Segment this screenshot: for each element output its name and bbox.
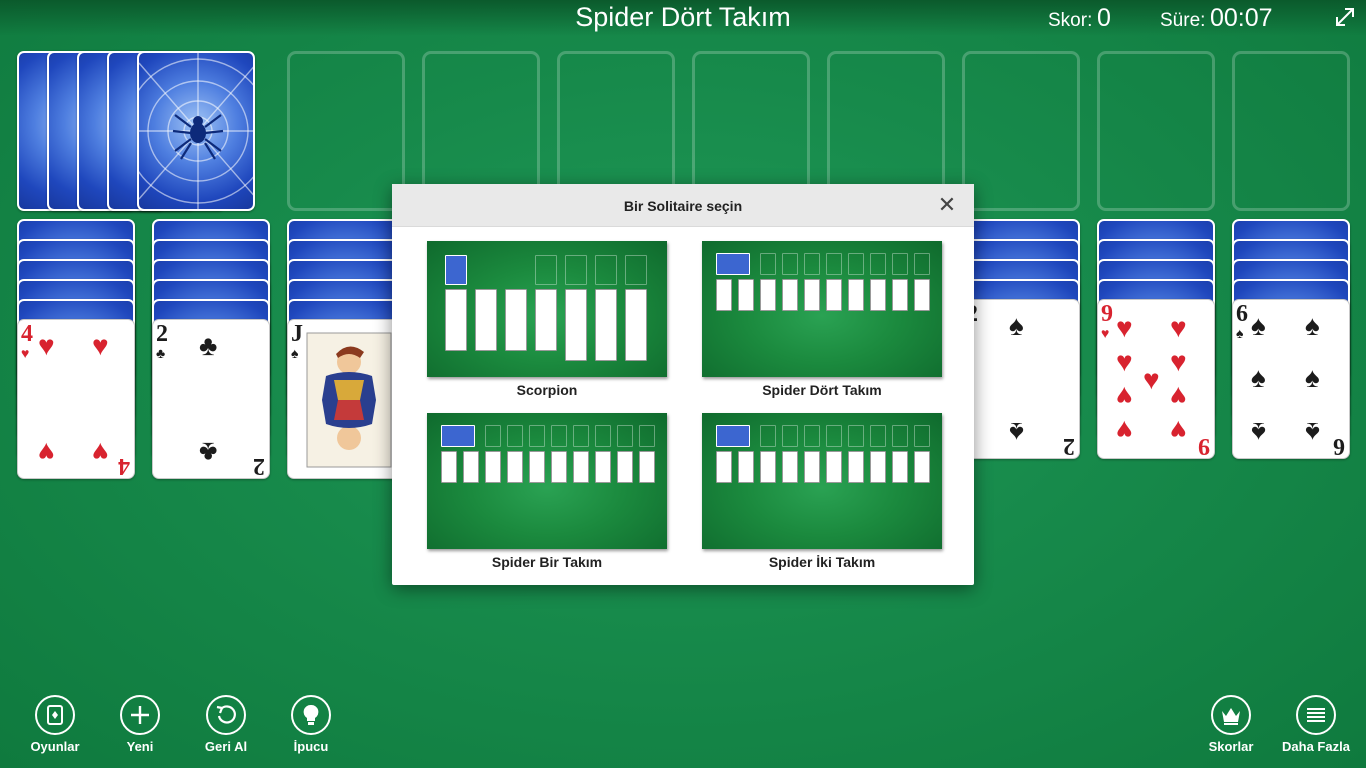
foundation-slot xyxy=(1097,51,1215,211)
undo-icon xyxy=(206,695,246,735)
foundation-slot xyxy=(962,51,1080,211)
playing-card[interactable]: 9 ♥ ♥ ♥ ♥ ♥ ♥ ♥ ♥ ♥ ♥ 9 xyxy=(1097,299,1215,459)
card-rank: 6 xyxy=(1333,433,1345,459)
playing-card-jack[interactable]: J ♠ xyxy=(287,319,405,479)
spider-two-suits-preview xyxy=(702,413,942,549)
undo-button[interactable]: Geri Al xyxy=(186,695,266,755)
new-label: Yeni xyxy=(126,739,154,754)
option-label: Scorpion xyxy=(516,382,578,398)
foundation-slot xyxy=(1232,51,1350,211)
heart-pip: ♥ xyxy=(1116,415,1133,446)
heart-pip: ♥ xyxy=(1116,381,1133,412)
card-rank: 9 xyxy=(1101,301,1113,327)
spade-pip: ♠ xyxy=(1251,310,1266,341)
card-suit: ♠ xyxy=(291,345,299,361)
new-game-button[interactable]: Yeni xyxy=(100,695,180,755)
crown-icon xyxy=(1211,695,1251,735)
heart-pip: ♥ xyxy=(1116,312,1133,343)
spade-pip: ♠ xyxy=(1305,310,1320,341)
card-suit: ♥ xyxy=(1101,325,1110,341)
spade-pip: ♠ xyxy=(1251,362,1266,393)
undo-label: Geri Al xyxy=(204,739,248,754)
more-label: Daha Fazla xyxy=(1282,739,1350,754)
option-label: Spider Bir Takım xyxy=(491,554,603,570)
spade-pip: ♠ xyxy=(1251,417,1266,448)
card-suit: ♣ xyxy=(156,345,166,361)
playing-card[interactable]: 6 ♠ ♠ ♠ ♠ ♠ ♠ ♠ 6 xyxy=(1232,299,1350,459)
heart-pip: ♥ xyxy=(1143,364,1160,395)
jack-portrait-icon xyxy=(306,332,392,468)
spider-four-suits-preview xyxy=(702,241,942,377)
time-value: 00:07 xyxy=(1210,4,1273,32)
lightbulb-icon xyxy=(291,695,331,735)
option-label: Spider İki Takım xyxy=(768,554,876,570)
card-rank: 4 xyxy=(118,453,130,479)
choose-solitaire-dialog: Bir Solitaire seçin ✕ Scorpion Spider Dö… xyxy=(392,184,974,585)
card-suit: ♠ xyxy=(1236,325,1244,341)
card-rank: 4 xyxy=(21,321,33,347)
hint-label: İpucu xyxy=(293,739,329,754)
hint-button[interactable]: İpucu xyxy=(271,695,351,755)
option-scorpion[interactable]: Scorpion xyxy=(427,241,667,398)
heart-pip: ♥ xyxy=(1170,381,1187,412)
games-button[interactable]: Oyunlar xyxy=(15,695,95,755)
games-icon xyxy=(35,695,75,735)
heart-pip: ♥ xyxy=(1170,415,1187,446)
heart-pip: ♥ xyxy=(38,437,55,468)
menu-icon xyxy=(1296,695,1336,735)
option-spider-two-suits[interactable]: Spider İki Takım xyxy=(702,413,942,570)
time-label: Süre: xyxy=(1160,10,1206,31)
dialog-header: Bir Solitaire seçin ✕ xyxy=(392,184,974,227)
spade-pip: ♠ xyxy=(1009,310,1024,341)
plus-icon xyxy=(120,695,160,735)
club-pip: ♣ xyxy=(199,437,218,468)
heart-pip: ♥ xyxy=(92,330,109,361)
scorpion-preview xyxy=(427,241,667,377)
scores-button[interactable]: Skorlar xyxy=(1191,695,1271,755)
card-rank: 2 xyxy=(1063,433,1075,459)
more-button[interactable]: Daha Fazla xyxy=(1276,695,1356,755)
heart-pip: ♥ xyxy=(1170,312,1187,343)
score-label: Skor: xyxy=(1048,10,1093,31)
heart-pip: ♥ xyxy=(38,330,55,361)
card-back-spider[interactable] xyxy=(137,51,255,211)
heart-pip: ♥ xyxy=(1170,346,1187,377)
scores-label: Skorlar xyxy=(1208,739,1254,754)
dialog-title: Bir Solitaire seçin xyxy=(623,198,743,214)
spade-pip: ♠ xyxy=(1009,417,1024,448)
heart-pip: ♥ xyxy=(1116,346,1133,377)
games-label: Oyunlar xyxy=(30,739,80,754)
playing-card[interactable]: 2 ♣ ♣ ♣ 2 xyxy=(152,319,270,479)
score-value: 0 xyxy=(1097,4,1111,32)
fullscreen-icon[interactable] xyxy=(1334,6,1356,28)
card-rank: 2 xyxy=(253,453,265,479)
card-rank: J xyxy=(291,321,303,347)
heart-pip: ♥ xyxy=(92,437,109,468)
card-rank: 2 xyxy=(156,321,168,347)
close-icon[interactable]: ✕ xyxy=(935,194,959,218)
playing-card[interactable]: 4 ♥ ♥ ♥ ♥ ♥ 4 xyxy=(17,319,135,479)
card-rank: 9 xyxy=(1198,433,1210,459)
foundation-slot xyxy=(287,51,405,211)
playing-card[interactable]: 2 ♠ ♠ 2 xyxy=(962,299,1080,459)
option-spider-four-suits[interactable]: Spider Dört Takım xyxy=(702,241,942,398)
spider-one-suit-preview xyxy=(427,413,667,549)
spade-pip: ♠ xyxy=(1305,362,1320,393)
option-label: Spider Dört Takım xyxy=(762,382,882,398)
card-suit: ♥ xyxy=(21,345,30,361)
club-pip: ♣ xyxy=(199,330,218,361)
option-spider-one-suit[interactable]: Spider Bir Takım xyxy=(427,413,667,570)
spade-pip: ♠ xyxy=(1305,417,1320,448)
card-rank: 6 xyxy=(1236,301,1248,327)
